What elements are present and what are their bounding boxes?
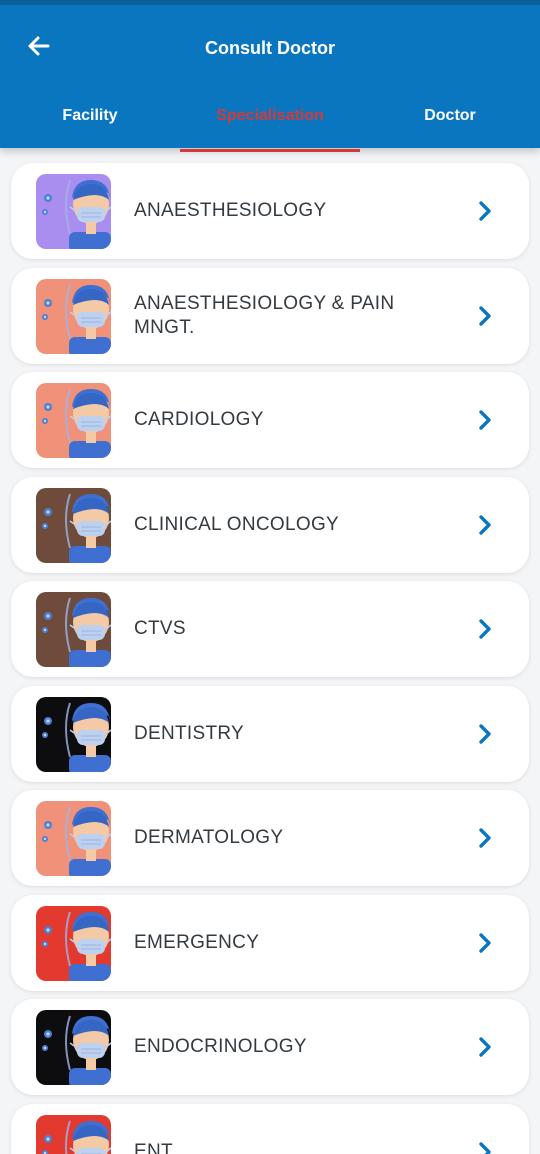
chevron-right-icon[interactable] bbox=[475, 826, 495, 850]
doctor-avatar-icon bbox=[36, 1114, 111, 1154]
chevron-right-icon[interactable] bbox=[475, 513, 495, 537]
specialisation-card[interactable]: CTVS bbox=[11, 581, 529, 677]
consult-doctor-screen: Consult Doctor Facility Specialisation D… bbox=[0, 0, 540, 1154]
tab-specialisation[interactable]: Specialisation bbox=[180, 95, 360, 153]
specialisation-card[interactable]: ENT bbox=[11, 1103, 529, 1154]
app-header: Consult Doctor Facility Specialisation D… bbox=[0, 0, 540, 152]
doctor-avatar-icon bbox=[36, 278, 111, 354]
active-tab-indicator bbox=[180, 149, 360, 152]
doctor-avatar-icon bbox=[36, 592, 111, 667]
chevron-right-icon[interactable] bbox=[475, 931, 495, 955]
specialisation-card[interactable]: CLINICAL ONCOLOGY bbox=[11, 476, 529, 573]
specialisation-card[interactable]: CARDIOLOGY bbox=[11, 372, 529, 468]
specialisation-label: CARDIOLOGY bbox=[134, 409, 264, 430]
chevron-right-icon[interactable] bbox=[475, 1140, 495, 1154]
doctor-avatar-icon bbox=[36, 696, 111, 772]
tab-facility[interactable]: Facility bbox=[0, 95, 180, 153]
doctor-avatar-icon bbox=[36, 174, 111, 249]
specialisation-label: ENDOCRINOLOGY bbox=[134, 1036, 307, 1057]
doctor-avatar-icon bbox=[36, 1010, 111, 1085]
specialisation-label: ENT bbox=[134, 1140, 173, 1154]
specialisation-label: ANAESTHESIOLOGY bbox=[134, 200, 327, 221]
specialisation-label: DERMATOLOGY bbox=[134, 827, 284, 848]
specialisation-card[interactable]: ANAESTHESIOLOGY bbox=[11, 163, 529, 259]
specialisation-card[interactable]: EMERGENCY bbox=[11, 894, 529, 991]
doctor-avatar-icon bbox=[36, 801, 111, 876]
chevron-right-icon[interactable] bbox=[475, 304, 495, 328]
chevron-right-icon[interactable] bbox=[475, 199, 495, 223]
chevron-right-icon[interactable] bbox=[475, 408, 495, 432]
specialisation-label: EMERGENCY bbox=[134, 931, 260, 953]
specialisation-card[interactable]: ANAESTHESIOLOGY & PAIN MNGT. bbox=[11, 267, 529, 364]
specialisation-label: ANAESTHESIOLOGY & PAIN MNGT. bbox=[134, 292, 395, 338]
doctor-avatar-icon bbox=[36, 383, 111, 458]
specialisation-card[interactable]: DERMATOLOGY bbox=[11, 790, 529, 886]
tab-bar: Facility Specialisation Doctor bbox=[0, 95, 540, 153]
specialisation-label: CTVS bbox=[134, 618, 186, 639]
doctor-avatar-icon bbox=[36, 905, 111, 981]
specialisation-card[interactable]: DENTISTRY bbox=[11, 685, 529, 782]
chevron-right-icon[interactable] bbox=[475, 722, 495, 746]
specialisation-label: CLINICAL ONCOLOGY bbox=[134, 513, 339, 535]
doctor-avatar-icon bbox=[36, 487, 111, 563]
chevron-right-icon[interactable] bbox=[475, 617, 495, 641]
specialisation-label: DENTISTRY bbox=[134, 722, 245, 744]
chevron-right-icon[interactable] bbox=[475, 1035, 495, 1059]
tab-doctor[interactable]: Doctor bbox=[360, 95, 540, 153]
specialisation-list: ANAESTHESIOLOGY ANAESTHESIOLOGY & PAIN M… bbox=[0, 148, 540, 1154]
specialisation-card[interactable]: ENDOCRINOLOGY bbox=[11, 999, 529, 1095]
page-title: Consult Doctor bbox=[205, 38, 335, 58]
